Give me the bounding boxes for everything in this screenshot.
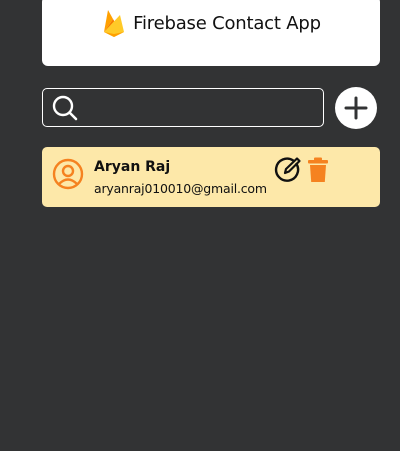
contact-card: Aryan Raj aryanraj010010@gmail.com [42,147,380,207]
search-box[interactable] [42,88,324,127]
add-contact-button[interactable] [335,87,377,129]
search-row [42,87,380,129]
page-title: Firebase Contact App [133,12,321,34]
app-header: Firebase Contact App [42,0,380,66]
avatar [52,158,84,190]
user-circle-icon [52,158,84,190]
search-icon [52,95,78,120]
trash-icon [308,157,328,182]
firebase-flame-icon [104,10,125,37]
brand: Firebase Contact App [101,8,321,38]
contact-email: aryanraj010010@gmail.com [94,181,267,196]
edit-contact-button[interactable] [274,156,302,184]
app-root: Firebase Contact App Aryan Raj aryanraj0… [0,0,400,451]
delete-contact-button[interactable] [307,157,329,183]
plus-icon [344,96,368,120]
search-input[interactable] [79,89,323,126]
edit-icon [274,157,301,182]
contact-name: Aryan Raj [94,159,171,175]
